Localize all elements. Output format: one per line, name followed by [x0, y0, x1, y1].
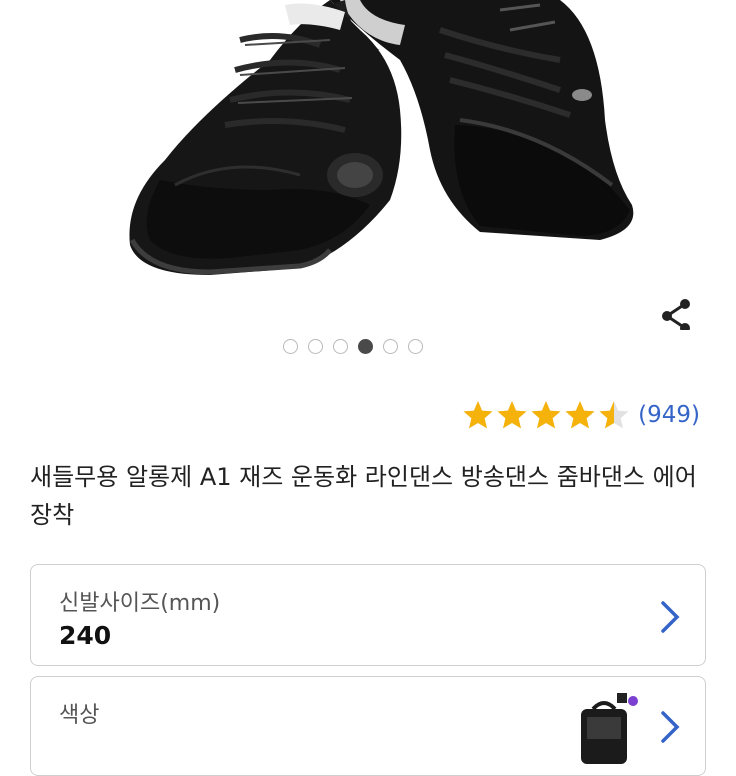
option-value: 240 — [59, 621, 112, 650]
shoe-photo — [129, 0, 634, 275]
option-color[interactable]: 색상 — [30, 676, 706, 776]
rating-summary[interactable]: (949) — [462, 398, 700, 432]
option-label: 신발사이즈(mm) — [59, 591, 221, 616]
chevron-right-icon[interactable] — [657, 599, 683, 635]
image-pagination[interactable] — [0, 336, 721, 356]
review-count-link[interactable]: (949) — [638, 402, 700, 428]
star-icon — [565, 401, 595, 429]
star-icon — [531, 401, 561, 429]
star-icon — [599, 401, 629, 429]
pagination-dot[interactable] — [308, 338, 323, 354]
pagination-dot[interactable] — [358, 338, 373, 354]
option-label: 색상 — [59, 703, 100, 728]
chevron-right-icon[interactable] — [657, 709, 683, 745]
pagination-dot[interactable] — [383, 338, 398, 354]
pagination-dot[interactable] — [333, 338, 348, 354]
product-image[interactable] — [0, 0, 736, 330]
pagination-dot[interactable] — [408, 338, 423, 354]
star-rating — [462, 399, 630, 431]
product-title: 새들무용 알롱제 A1 재즈 운동화 라인댄스 방송댄스 줌바댄스 에어장착 — [30, 463, 697, 529]
star-icon — [463, 401, 493, 429]
share-icon[interactable] — [657, 296, 697, 330]
option-shoe-size[interactable]: 신발사이즈(mm) 240 — [30, 564, 706, 666]
color-thumbnail — [581, 693, 638, 764]
star-icon — [497, 401, 527, 429]
pagination-dot[interactable] — [283, 338, 298, 354]
